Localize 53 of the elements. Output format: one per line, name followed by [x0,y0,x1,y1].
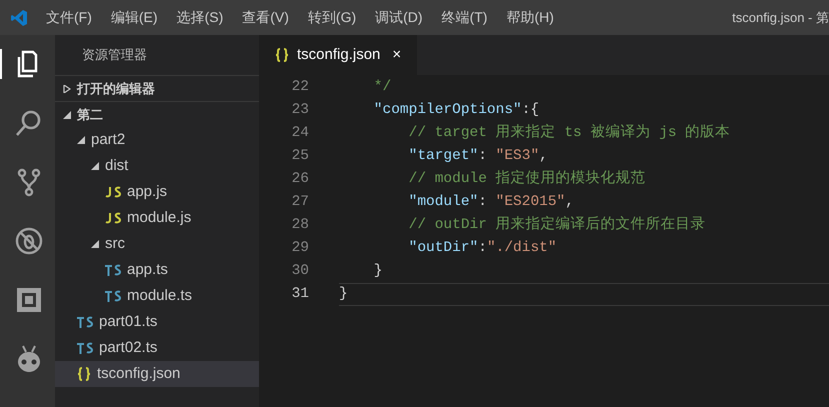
menu-item[interactable]: 转到(G) [308,7,356,28]
code-line: "compilerOptions":{ [372,100,540,120]
line-number: 28 [290,216,310,235]
line-number: 29 [290,238,310,258]
ts-file-icon [77,342,93,354]
file-item[interactable]: app.js [55,179,259,205]
menu-item[interactable]: 终端(T) [442,7,488,28]
folder-item[interactable]: src [55,231,259,257]
line-number: 25 [290,146,310,166]
menu-item[interactable]: 帮助(H) [506,7,554,28]
file-item[interactable]: part02.ts [55,335,259,361]
file-item[interactable]: module.js [55,205,259,231]
code-line: "target": "ES3", [408,146,549,166]
file-item[interactable]: module.ts [55,283,259,309]
ts-file-icon [105,290,121,302]
folder-item[interactable]: dist [55,153,259,179]
line-number: 24 [290,124,310,143]
window-title: tsconfig.json - 第 [732,8,829,27]
close-button[interactable]: × [392,44,402,66]
no-bug-icon [14,226,44,256]
line-number: 22 [290,78,310,97]
line-number: 31 [290,284,310,304]
file-item[interactable]: tsconfig.json [55,361,259,387]
file-item[interactable]: app.ts [55,257,259,283]
code-line: // module 指定使用的模块化规范 [408,168,647,189]
code-line: "module": "ES2015", [408,192,575,212]
line-number: 30 [290,262,310,281]
search-icon [14,108,44,138]
ts-file-icon [105,264,121,276]
braces-icon [77,367,91,381]
braces-icon [275,48,289,62]
menu-item[interactable]: 选择(S) [176,7,224,28]
folder-item[interactable]: part2 [55,127,259,153]
menu-item[interactable]: 文件(F) [46,7,92,28]
line-number: 23 [290,100,310,120]
code-line: */ [372,78,392,97]
js-file-icon [105,186,121,198]
line-number: 26 [290,170,310,189]
code-line: } [339,283,829,306]
code-line: // outDir 用来指定编译后的文件所在目录 [408,214,707,235]
js-file-icon [105,212,121,224]
file-item[interactable]: part01.ts [55,309,259,335]
code-line: // target 用来指定 ts 被编译为 js 的版本 [408,122,732,143]
ts-file-icon [77,316,93,328]
menu-item[interactable]: 调试(D) [375,7,423,28]
menu-item[interactable]: 编辑(E) [110,7,158,28]
line-number: 27 [290,192,310,212]
code-line: "outDir":"./dist" [408,238,558,258]
menu-item[interactable]: 查看(V) [242,7,289,28]
sidebar-title: 资源管理器 [82,46,147,64]
editor-tab[interactable]: tsconfig.json × [259,35,418,75]
code-line: } [372,262,384,281]
app-logo-icon [10,8,28,26]
